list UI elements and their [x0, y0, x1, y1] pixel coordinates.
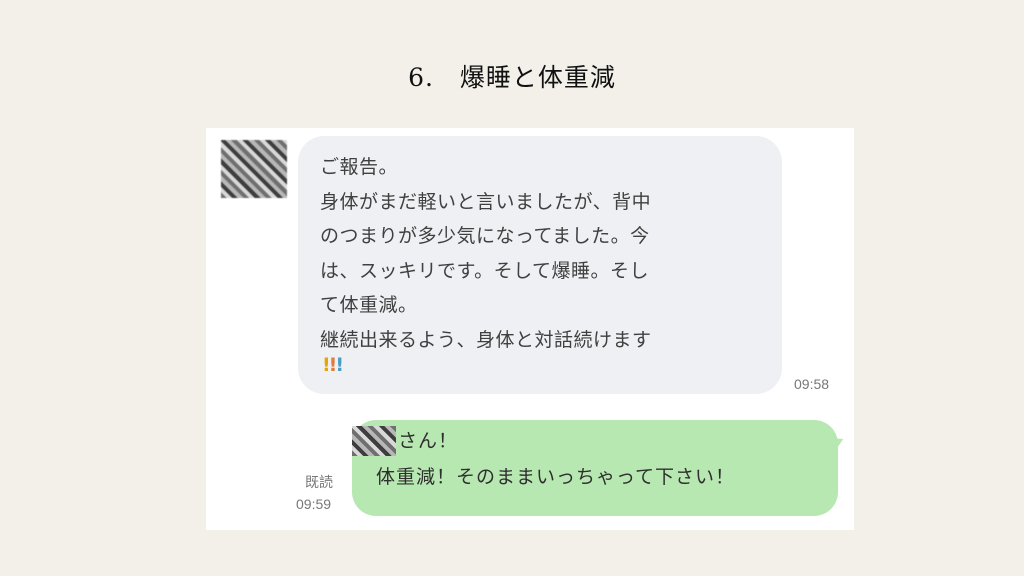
sender-avatar[interactable] [221, 140, 287, 198]
outgoing-message-time: 09:59 [296, 496, 332, 512]
exclamation-mark: ! [335, 354, 344, 376]
outgoing-message-bubble[interactable]: さん！ 体重減！そのままいっちゃって下さい！ [352, 420, 838, 516]
incoming-message-bubble[interactable]: ご報告。 身体がまだ軽いと言いましたが、背中 のつまりが多少気になってました。今… [298, 136, 782, 394]
incoming-message-time: 09:58 [794, 376, 830, 392]
mention-avatar [352, 426, 396, 456]
outgoing-message-line-1: さん！ [398, 430, 459, 452]
exclamation-mark: ! [322, 354, 331, 376]
slide-title: 6. 爆睡と体重減 [408, 63, 616, 92]
incoming-message-text: ご報告。 身体がまだ軽いと言いましたが、背中 のつまりが多少気になってました。今… [320, 156, 652, 351]
outgoing-message-line-2: 体重減！そのままいっちゃって下さい！ [376, 466, 736, 488]
chat-screenshot: ご報告。 身体がまだ軽いと言いましたが、背中 のつまりが多少気になってました。今… [206, 128, 854, 530]
exclamation-emoji-icon: !!! [322, 354, 344, 376]
read-receipt: 既読 [305, 475, 333, 491]
